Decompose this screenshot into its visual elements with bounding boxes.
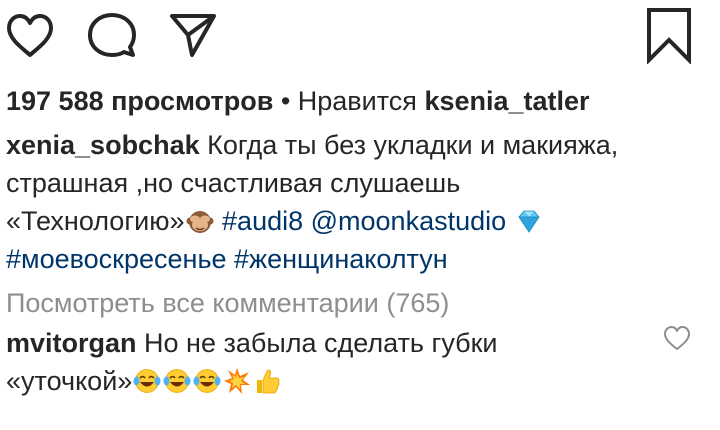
comment-line: «уточкой»	[6, 362, 282, 400]
collision-icon	[223, 367, 251, 395]
hashtag-link[interactable]: #женщинаколтун	[227, 244, 448, 274]
liked-by-username[interactable]: ksenia_tatler	[424, 86, 589, 116]
liked-by-label: Нравится	[297, 86, 425, 116]
views-and-likes: 197 588 просмотров • Нравится ksenia_tat…	[6, 82, 590, 120]
tears-of-joy-icon	[133, 367, 161, 395]
caption-line: xenia_sobchak Когда ты без укладки и мак…	[6, 126, 618, 164]
tears-of-joy-icon	[163, 367, 191, 395]
caption-text: страшная ,но счастливая слушаешь	[6, 168, 461, 198]
action-bar	[0, 0, 720, 80]
comment-text: Но не забыла сделать губки	[136, 328, 498, 358]
caption-line: #моевоскресенье #женщинаколтун	[6, 240, 448, 278]
comment-like-heart-icon[interactable]	[662, 324, 692, 352]
caption-text: «Технологию»	[6, 206, 185, 236]
share-icon[interactable]	[168, 8, 218, 60]
hashtag-link[interactable]: #моевоскресенье	[6, 244, 227, 274]
gem-stone-icon	[515, 207, 543, 235]
comment-author-username[interactable]: mvitorgan	[6, 328, 137, 358]
comment-line: mvitorgan Но не забыла сделать губки	[6, 324, 498, 362]
caption-line: «Технологию» #audi8 @moonkastudio	[6, 202, 544, 240]
hashtag-link[interactable]: #audi8	[215, 206, 303, 236]
heart-icon[interactable]	[4, 10, 56, 62]
separator-dot: •	[273, 86, 298, 116]
mention-link[interactable]: @moonkastudio	[303, 206, 514, 236]
caption-author-username[interactable]: xenia_sobchak	[6, 130, 200, 160]
see-no-evil-monkey-icon	[186, 207, 214, 235]
views-count[interactable]: 197 588 просмотров	[6, 86, 273, 116]
view-all-comments-link[interactable]: Посмотреть все комментарии (765)	[6, 284, 449, 322]
thumbs-up-icon	[253, 367, 281, 395]
bookmark-icon[interactable]	[644, 6, 694, 64]
caption-line: страшная ,но счастливая слушаешь	[6, 164, 460, 202]
caption-text: Когда ты без укладки и макияжа,	[199, 130, 619, 160]
comment-icon[interactable]	[86, 10, 138, 62]
tears-of-joy-icon	[193, 367, 221, 395]
comment-text: «уточкой»	[6, 366, 133, 396]
